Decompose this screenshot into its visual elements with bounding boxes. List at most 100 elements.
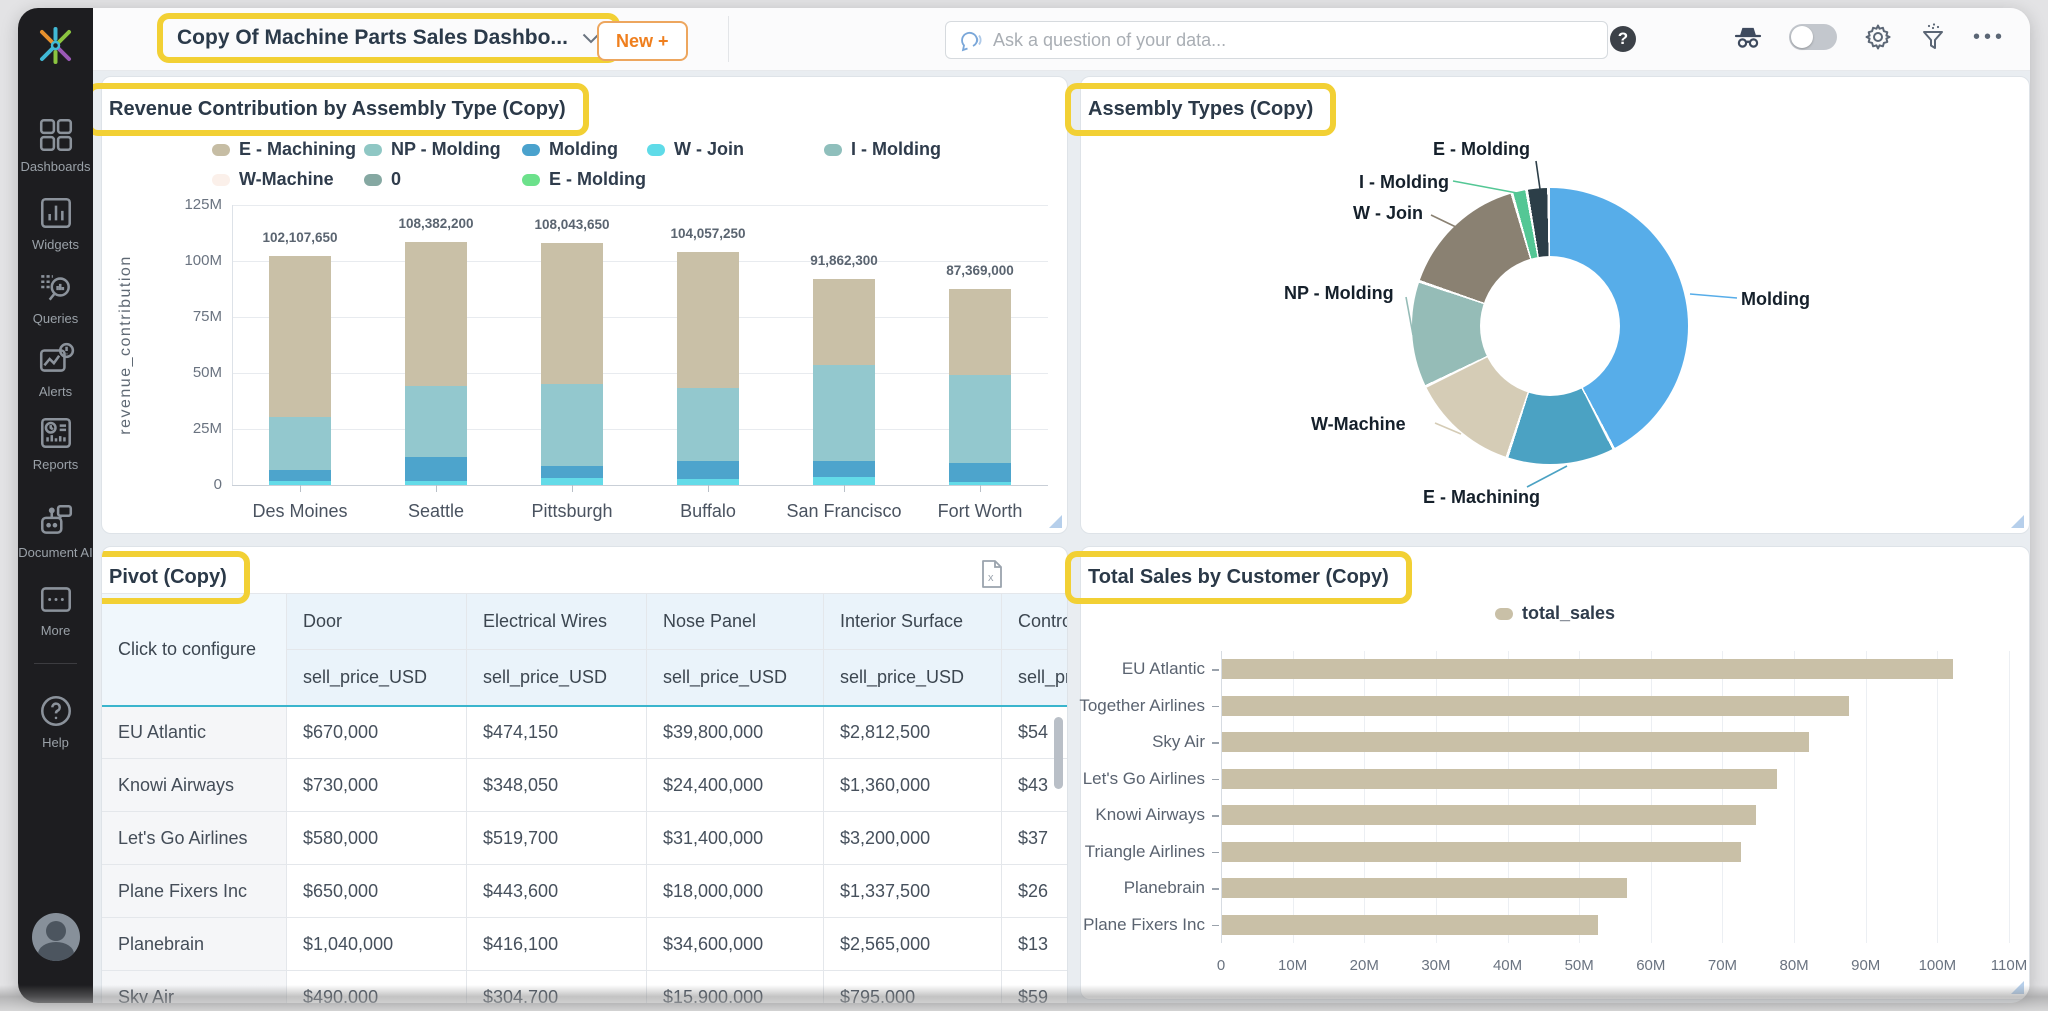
pivot-cell: $416,100	[467, 918, 647, 971]
user-avatar[interactable]	[32, 913, 80, 961]
bar-segment[interactable]	[405, 242, 467, 386]
pivot-row-label: Planebrain	[102, 918, 287, 971]
bar-segment[interactable]	[269, 417, 331, 470]
sales-bar[interactable]	[1222, 878, 1627, 899]
y-tick-label: 100M	[184, 252, 222, 269]
sales-bar[interactable]	[1222, 841, 1742, 862]
pivot-cell: $34,600,000	[647, 918, 824, 971]
gridline	[232, 317, 1048, 318]
x-tick-label: 0	[1216, 957, 1226, 974]
sidebar-item-more[interactable]: More	[18, 580, 93, 638]
more-options-icon[interactable]: •••	[1973, 24, 2006, 50]
incognito-icon[interactable]	[1733, 23, 1763, 51]
bar-segment[interactable]	[813, 279, 875, 365]
pivot-cell: $670,000	[287, 706, 467, 759]
avatar-head-shape	[46, 921, 66, 941]
bar-segment[interactable]	[405, 457, 467, 481]
sales-bar[interactable]	[1222, 732, 1810, 753]
gridline	[232, 261, 1048, 262]
bar-segment[interactable]	[677, 388, 739, 462]
bar-segment[interactable]	[813, 460, 875, 478]
avatar-body-shape	[38, 942, 74, 961]
sidebar-item-document-ai[interactable]: Document AI	[18, 502, 93, 560]
widget-title: Assembly Types (Copy)	[1088, 98, 1314, 120]
widget-resize-handle[interactable]	[1049, 515, 1062, 528]
knowi-logo[interactable]	[32, 22, 79, 69]
donut-slice-label: E - Machining	[1423, 487, 1540, 507]
dashboard-title-dropdown[interactable]: Copy Of Machine Parts Sales Dashbo...	[177, 26, 600, 50]
revenue-stacked-bar-chart[interactable]: 0 25M 50M 75M 100M 125M 102,107,650 Des Moines 1…	[102, 77, 1067, 533]
bar-segment[interactable]	[269, 469, 331, 481]
export-excel-icon[interactable]: x	[979, 559, 1005, 589]
svg-text:x: x	[988, 572, 994, 584]
widget-total-sales[interactable]: Total Sales by Customer (Copy) total_sal…	[1065, 546, 2030, 1000]
gridline	[232, 429, 1048, 430]
bar-segment[interactable]	[813, 364, 875, 461]
toggle-switch-off[interactable]	[1788, 24, 1837, 50]
search-input[interactable]	[991, 28, 1597, 52]
pivot-configure-cell[interactable]: Click to configure	[102, 594, 287, 706]
sidebar-item-reports[interactable]: Reports	[18, 414, 93, 472]
sales-bar[interactable]	[1222, 659, 1953, 680]
bar-segment[interactable]	[677, 251, 739, 389]
x-tick-label: 60M	[1636, 957, 1666, 974]
widget-revenue-contribution[interactable]: Revenue Contribution by Assembly Type (C…	[86, 76, 1068, 534]
help-icon	[40, 696, 71, 726]
gridline	[1865, 651, 1867, 943]
revenue-title-highlight: Revenue Contribution by Assembly Type (C…	[86, 83, 589, 136]
document-ai-icon	[40, 504, 72, 534]
total-sales-bar-chart[interactable]: 0 10M 20M 30M 40M 50M 60M 70M 80M 90M 100M 110M EU A…	[1079, 547, 2029, 999]
widgets-icon	[40, 198, 71, 228]
category-label: Triangle Airlines	[1084, 841, 1205, 861]
x-tick-label: 100M	[1918, 957, 1957, 974]
widget-resize-handle[interactable]	[2011, 515, 2024, 528]
sales-bar[interactable]	[1222, 914, 1599, 935]
bar-segment[interactable]	[541, 383, 603, 466]
widget-title: Revenue Contribution by Assembly Type (C…	[109, 98, 566, 120]
queries-icon	[40, 275, 70, 301]
new-button[interactable]: New +	[597, 21, 688, 61]
sidebar-item-label: Dashboards	[20, 159, 91, 174]
sales-bar[interactable]	[1222, 805, 1756, 826]
dashboard-title: Copy Of Machine Parts Sales Dashbo...	[177, 26, 568, 49]
sidebar-item-widgets[interactable]: Widgets	[18, 194, 93, 252]
widget-resize-handle[interactable]	[2011, 981, 2024, 994]
category-tick	[1212, 815, 1219, 817]
sales-bar[interactable]	[1222, 695, 1849, 716]
bar-segment[interactable]	[269, 256, 331, 418]
y-axis-title: revenue_contribution	[117, 255, 134, 435]
gridline	[2009, 651, 2010, 943]
x-axis-label: San Francisco	[786, 501, 902, 521]
sidebar-item-dashboards[interactable]: Dashboards	[18, 116, 93, 174]
sidebar-item-help[interactable]: Help	[18, 692, 93, 750]
bar-segment[interactable]	[949, 462, 1011, 482]
sidebar-item-label: Help	[42, 735, 69, 750]
pivot-cell: $59	[1002, 971, 1067, 1004]
assembly-donut-chart[interactable]: Molding E - Machining W-Machine NP - Moldin…	[1081, 77, 2029, 533]
bar-segment[interactable]	[541, 478, 603, 485]
bar-segment[interactable]	[949, 375, 1011, 463]
bar-segment[interactable]	[541, 243, 603, 384]
bar-segment[interactable]	[405, 385, 467, 458]
sidebar-item-queries[interactable]: Queries	[18, 268, 93, 326]
widget-assembly-types[interactable]: Assembly Types (Copy) Molding E - Machini…	[1065, 76, 2030, 534]
pivot-column-header: Contro	[1002, 594, 1067, 650]
category-tick	[1212, 669, 1219, 671]
bar-segment[interactable]	[541, 465, 603, 479]
widget-title: Pivot (Copy)	[109, 566, 227, 588]
bar-segment[interactable]	[813, 477, 875, 485]
y-tick-label: 50M	[192, 364, 222, 381]
bar-segment[interactable]	[949, 289, 1011, 376]
settings-gear-icon[interactable]	[1863, 22, 1893, 52]
nlq-search-box	[945, 21, 1608, 59]
filter-sparkle-icon[interactable]	[1919, 22, 1947, 52]
y-tick-label: 25M	[192, 420, 222, 437]
x-tick-label: 80M	[1779, 957, 1809, 974]
widget-pivot[interactable]: Pivot (Copy) x Click to configure Door sel…	[101, 546, 1068, 1003]
sales-bar[interactable]	[1222, 768, 1778, 789]
donut-slice-label: E - Molding	[1433, 139, 1530, 159]
bar-total-label: 87,369,000	[946, 263, 1014, 279]
bar-segment[interactable]	[677, 461, 739, 480]
sidebar-item-alerts[interactable]: Alerts	[18, 341, 93, 399]
help-circle-icon[interactable]: ?	[1610, 26, 1636, 52]
